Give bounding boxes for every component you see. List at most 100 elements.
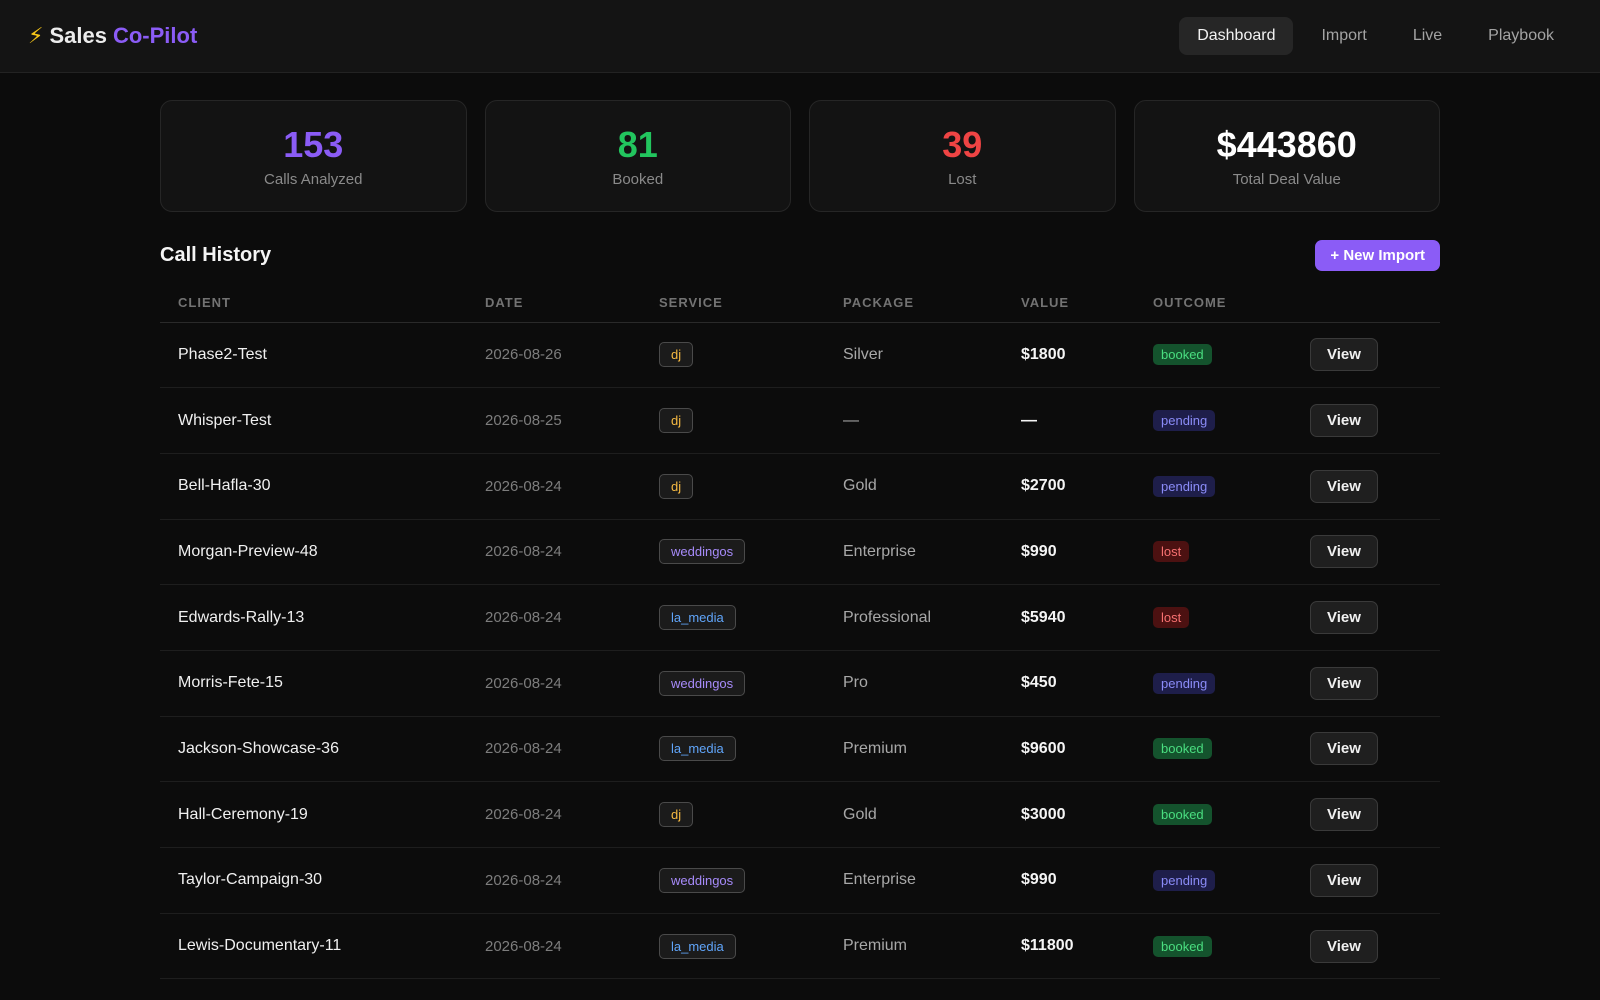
outcome-badge: pending xyxy=(1153,410,1216,432)
call-date: 2026-08-24 xyxy=(485,609,562,627)
client-name: Whisper-Test xyxy=(178,411,272,429)
service-cell: weddingos xyxy=(641,519,825,586)
client-cell: Phase2-Test xyxy=(160,322,467,389)
actions-cell: View xyxy=(1292,716,1440,783)
service-cell: la_media xyxy=(641,913,825,980)
outcome-badge: pending xyxy=(1153,869,1216,891)
package-name: Enterprise xyxy=(843,871,916,889)
view-button[interactable]: View xyxy=(1310,732,1378,766)
top-navigation-bar: ⚡ Sales Co-Pilot Dashboard Import Live P… xyxy=(0,0,1600,73)
main-nav: Dashboard Import Live Playbook xyxy=(1179,17,1572,55)
column-header-outcome[interactable]: OUTCOME xyxy=(1135,284,1292,323)
view-button[interactable]: View xyxy=(1310,469,1378,503)
client-cell: Whisper-Test xyxy=(160,387,467,454)
section-title: Call History xyxy=(160,243,272,266)
outcome-cell: booked xyxy=(1135,716,1292,783)
value-cell: $2700 xyxy=(1003,453,1135,520)
package-name: Pro xyxy=(843,674,868,692)
package-cell: Gold xyxy=(825,781,1003,848)
service-tag: dj xyxy=(659,342,694,368)
package-cell: Premium xyxy=(825,913,1003,980)
table-row[interactable]: Bell-Hafla-30 2026-08-24 dj Gold $2700 pendin… xyxy=(160,453,1440,520)
nav-import[interactable]: Import xyxy=(1303,17,1384,55)
value-cell: $5940 xyxy=(1003,584,1135,651)
column-header-service[interactable]: SERVICE xyxy=(641,284,825,323)
outcome-cell: pending xyxy=(1135,847,1292,914)
column-header-value[interactable]: VALUE xyxy=(1003,284,1135,323)
stat-value: 39 xyxy=(942,123,983,165)
table-row[interactable]: Edwards-Rally-13 2026-08-24 la_media Profes… xyxy=(160,584,1440,651)
table-row[interactable]: Hall-Ceremony-19 2026-08-24 dj Gold $3000 boo… xyxy=(160,781,1440,848)
actions-cell: View xyxy=(1292,650,1440,717)
outcome-cell: pending xyxy=(1135,650,1292,717)
table-row[interactable]: Whisper-Test 2026-08-25 dj — — pending View xyxy=(160,387,1440,454)
deal-value: $450 xyxy=(1021,674,1057,692)
nav-dashboard[interactable]: Dashboard xyxy=(1179,17,1294,55)
service-cell: weddingos xyxy=(641,847,825,914)
package-name: — xyxy=(843,411,859,429)
client-name: Lewis-Documentary-11 xyxy=(178,937,342,955)
outcome-badge: booked xyxy=(1153,738,1212,760)
service-cell: dj xyxy=(641,781,825,848)
value-cell: $11800 xyxy=(1003,913,1135,980)
new-import-button[interactable]: + New Import xyxy=(1315,239,1440,271)
date-cell: 2026-08-24 xyxy=(467,584,641,651)
client-name: Morris-Fete-15 xyxy=(178,674,283,692)
outcome-cell: pending xyxy=(1135,387,1292,454)
nav-playbook[interactable]: Playbook xyxy=(1470,17,1572,55)
service-cell: la_media xyxy=(641,716,825,783)
package-cell: Enterprise xyxy=(825,847,1003,914)
brand-name: Sales xyxy=(49,23,107,48)
service-cell: dj xyxy=(641,453,825,520)
column-header-package[interactable]: PACKAGE xyxy=(825,284,1003,323)
service-tag: weddingos xyxy=(659,670,746,696)
table-row[interactable]: Morgan-Preview-48 2026-08-24 weddingos Ente… xyxy=(160,519,1440,586)
outcome-cell: pending xyxy=(1135,453,1292,520)
table-row[interactable]: Morris-Fete-15 2026-08-24 weddingos Pro $450… xyxy=(160,650,1440,717)
table-row[interactable]: Jackson-Showcase-36 2026-08-24 la_media Pre… xyxy=(160,716,1440,783)
column-header-client[interactable]: CLIENT xyxy=(160,284,467,323)
column-header-actions xyxy=(1292,284,1440,323)
client-cell: Taylor-Campaign-30 xyxy=(160,847,467,914)
client-name: Edwards-Rally-13 xyxy=(178,608,305,626)
date-cell: 2026-08-24 xyxy=(467,519,641,586)
date-cell: 2026-08-26 xyxy=(467,322,641,389)
nav-live[interactable]: Live xyxy=(1395,17,1460,55)
outcome-badge: pending xyxy=(1153,475,1216,497)
value-cell: $990 xyxy=(1003,519,1135,586)
value-cell: $990 xyxy=(1003,847,1135,914)
package-cell: Premium xyxy=(825,716,1003,783)
view-button[interactable]: View xyxy=(1310,798,1378,832)
column-header-date[interactable]: DATE xyxy=(467,284,641,323)
package-name: Premium xyxy=(843,739,908,757)
client-name: Jackson-Showcase-36 xyxy=(178,739,339,757)
stat-label: Total Deal Value xyxy=(1232,170,1341,188)
view-button[interactable]: View xyxy=(1310,535,1378,569)
main-content: 153 Calls Analyzed 81 Booked 39 Lost $44… xyxy=(160,73,1440,980)
client-cell: Bell-Hafla-30 xyxy=(160,453,467,520)
call-history-table: CLIENT DATE SERVICE PACKAGE VALUE OUTCOM… xyxy=(160,284,1440,980)
outcome-cell: booked xyxy=(1135,913,1292,980)
deal-value: $2700 xyxy=(1021,477,1066,495)
view-button[interactable]: View xyxy=(1310,929,1378,963)
table-row[interactable]: Phase2-Test 2026-08-26 dj Silver $1800 booked… xyxy=(160,322,1440,389)
view-button[interactable]: View xyxy=(1310,666,1378,700)
stat-label: Lost xyxy=(948,170,977,188)
table-row[interactable]: Lewis-Documentary-11 2026-08-24 la_media Pr… xyxy=(160,913,1440,980)
brand-logo[interactable]: ⚡ Sales Co-Pilot xyxy=(28,23,197,49)
table-body: Phase2-Test 2026-08-26 dj Silver $1800 booked… xyxy=(160,322,1440,980)
call-date: 2026-08-24 xyxy=(485,937,562,955)
client-name: Phase2-Test xyxy=(178,345,267,363)
client-cell: Morgan-Preview-48 xyxy=(160,519,467,586)
date-cell: 2026-08-24 xyxy=(467,781,641,848)
date-cell: 2026-08-24 xyxy=(467,453,641,520)
view-button[interactable]: View xyxy=(1310,404,1378,438)
view-button[interactable]: View xyxy=(1310,338,1378,372)
package-cell: — xyxy=(825,387,1003,454)
view-button[interactable]: View xyxy=(1310,601,1378,635)
date-cell: 2026-08-24 xyxy=(467,913,641,980)
table-row[interactable]: Taylor-Campaign-30 2026-08-24 weddingos Ent… xyxy=(160,847,1440,914)
brand-name-accent: Co-Pilot xyxy=(112,23,198,48)
service-cell: dj xyxy=(641,322,825,389)
view-button[interactable]: View xyxy=(1310,863,1378,897)
